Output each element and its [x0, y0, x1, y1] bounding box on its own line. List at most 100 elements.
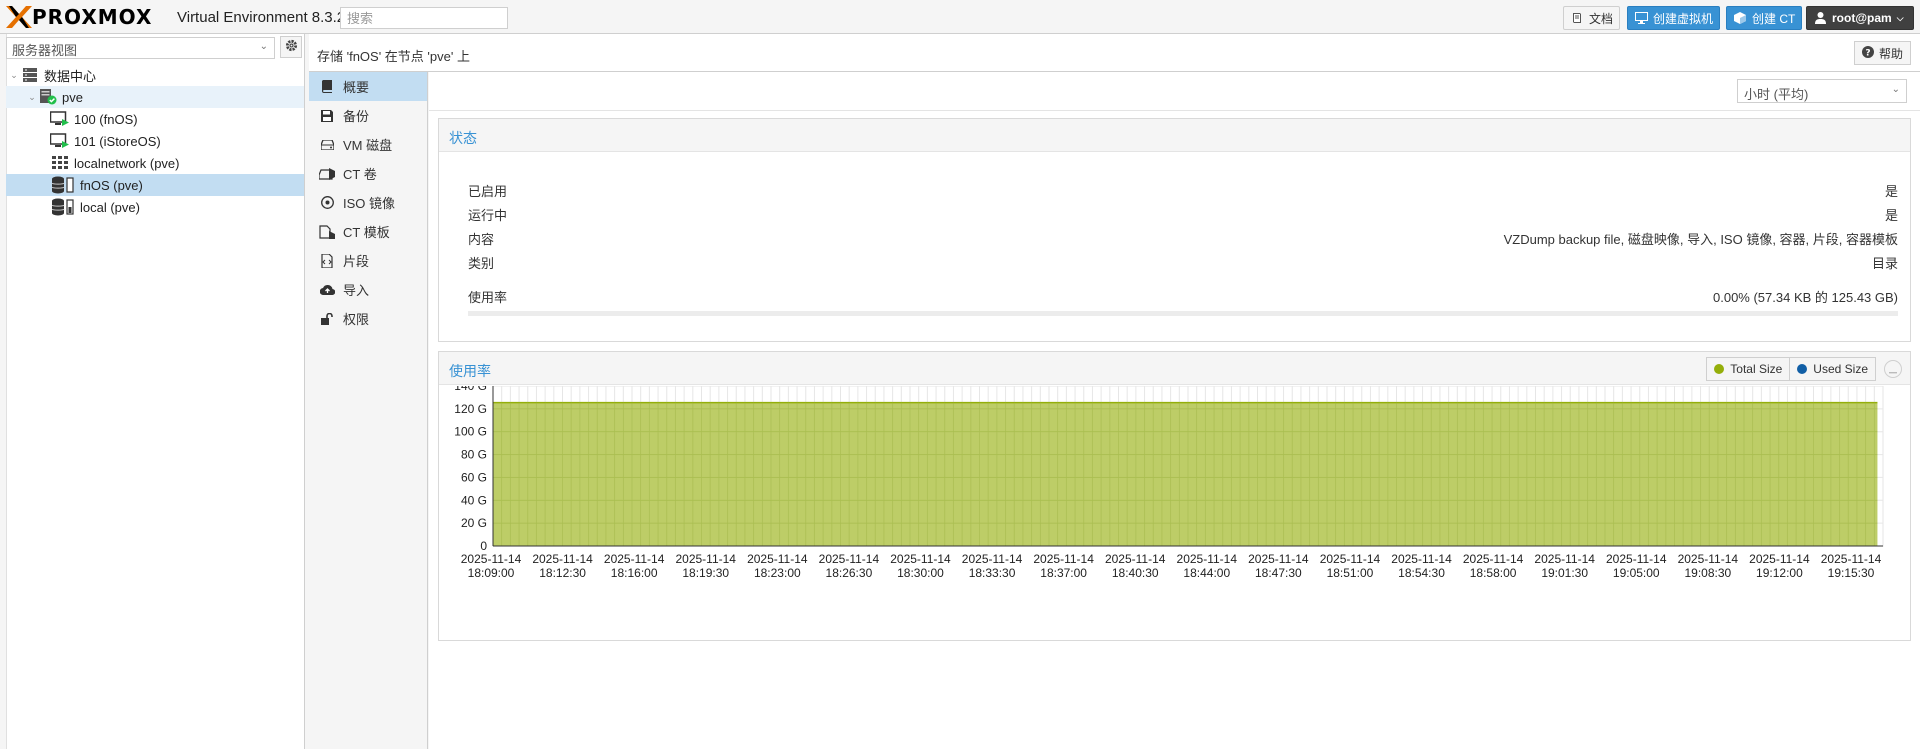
tree-node-pve[interactable]: ⌄ pve: [6, 86, 304, 108]
subnav-label: ISO 镜像: [343, 196, 396, 211]
user-menu-button[interactable]: root@pam ⌵: [1806, 6, 1914, 30]
user-label: root@pam: [1832, 11, 1892, 25]
subnav-label: 权限: [343, 312, 370, 327]
collapse-icon[interactable]: ⌄: [26, 92, 38, 103]
status-key: 运行中: [468, 208, 508, 223]
x-tick-label-time: 18:40:30: [1112, 566, 1159, 580]
subnav-label: VM 磁盘: [343, 138, 393, 153]
subnav-iso-images[interactable]: ISO 镜像: [309, 188, 427, 217]
subnav-vm-disks[interactable]: VM 磁盘: [309, 130, 427, 159]
x-tick-label-time: 18:47:30: [1255, 566, 1302, 580]
resource-tree-panel: 服务器视图 ⌄ ⌄ 数据中心 ⌄ pve 100 (fnOS) 101 (iSt…: [0, 34, 305, 749]
subnav-permissions[interactable]: 权限: [309, 304, 427, 333]
subnav-backup[interactable]: 备份: [309, 101, 427, 130]
y-tick-label: 0: [480, 539, 487, 553]
book-icon: [1570, 11, 1584, 25]
tree-node-vm-100[interactable]: 100 (fnOS): [6, 108, 304, 130]
search-input[interactable]: [340, 7, 508, 29]
top-header: PROXMOX Virtual Environment 8.3.2 文档 创建虚…: [0, 0, 1920, 34]
usage-chart-panel: 使用率 Total Size Used Size 0 20 G 40 G 60 G 80…: [438, 351, 1911, 641]
storage-subnav: 概要 备份 VM 磁盘 CT 卷 ISO 镜像 CT 模板 片段 导入 权限: [309, 72, 428, 749]
subnav-label: 概要: [343, 80, 370, 95]
status-key: 已启用: [468, 184, 508, 199]
undo-icon: [1889, 362, 1897, 377]
tree-node-label: pve: [62, 89, 83, 105]
x-tick-label-date: 2025-11-14: [819, 552, 880, 566]
x-tick-label-date: 2025-11-14: [747, 552, 808, 566]
legend-item-used-size[interactable]: Used Size: [1790, 358, 1875, 380]
create-ct-button[interactable]: 创建 CT: [1726, 6, 1803, 30]
tree-node-storage-fnos[interactable]: fnOS (pve): [6, 174, 304, 196]
x-tick-label-time: 18:54:30: [1398, 566, 1445, 580]
panel-title: 状态: [439, 119, 1910, 152]
proxmox-logo[interactable]: PROXMOX: [6, 5, 153, 29]
subnav-label: CT 模板: [343, 225, 390, 240]
x-tick-label-time: 19:01:30: [1541, 566, 1588, 580]
legend-item-total-size[interactable]: Total Size: [1707, 358, 1791, 380]
docs-button[interactable]: 文档: [1563, 6, 1621, 30]
node-online-icon: [38, 88, 58, 106]
tree-node-label: 101 (iStoreOS): [74, 133, 161, 149]
x-tick-label-time: 19:08:30: [1684, 566, 1731, 580]
status-row-usage: 使用率 0.00% (57.34 KB 的 125.43 GB): [468, 285, 1898, 305]
legend-dot-icon: [1714, 364, 1725, 374]
tree-node-datacenter[interactable]: ⌄ 数据中心: [6, 64, 304, 86]
subnav-ct-volumes[interactable]: CT 卷: [309, 159, 427, 188]
tree-settings-button[interactable]: [280, 36, 302, 58]
timeframe-toolbar: 小时 (平均) ⌄: [429, 72, 1920, 111]
area-total-size: [493, 402, 1878, 546]
datacenter-icon: [20, 66, 40, 84]
status-value: 目录: [1871, 256, 1898, 271]
svg-text:?: ?: [1865, 48, 1870, 58]
subnav-ct-templates[interactable]: CT 模板: [309, 217, 427, 246]
status-value: 0.00% (57.34 KB 的 125.43 GB): [1713, 290, 1898, 305]
tree-node-vm-101[interactable]: 101 (iStoreOS): [6, 130, 304, 152]
x-tick-label-time: 18:09:00: [468, 566, 515, 580]
tree-node-localnetwork[interactable]: localnetwork (pve): [6, 152, 304, 174]
storage-icon: [52, 198, 76, 216]
y-tick-label: 140 G: [454, 386, 487, 393]
help-button[interactable]: ? 帮助: [1853, 41, 1911, 65]
view-selector[interactable]: 服务器视图 ⌄: [6, 37, 275, 59]
user-icon: [1813, 11, 1827, 25]
subnav-snippets[interactable]: 片段: [309, 246, 427, 275]
storage-icon: [52, 176, 76, 194]
x-tick-label-time: 19:05:00: [1613, 566, 1660, 580]
legend-label: Total Size: [1730, 362, 1783, 376]
chevron-down-icon: ⌵: [1896, 12, 1904, 23]
status-key: 使用率: [468, 290, 508, 305]
sdn-grid-icon: [50, 154, 70, 172]
logo-text: PROXMOX: [32, 5, 153, 29]
x-tick-label-date: 2025-11-14: [962, 552, 1023, 566]
status-key: 类别: [468, 256, 495, 271]
create-vm-button[interactable]: 创建虚拟机: [1627, 6, 1721, 30]
help-label: 帮助: [1878, 46, 1903, 61]
x-tick-label-date: 2025-11-14: [1248, 552, 1309, 566]
collapse-icon[interactable]: ⌄: [8, 70, 20, 81]
x-tick-label-time: 18:58:00: [1470, 566, 1517, 580]
desktop-icon: [1634, 11, 1648, 25]
status-row-active: 运行中 是: [468, 203, 1898, 223]
x-tick-label-time: 18:30:00: [897, 566, 944, 580]
tree-node-storage-local[interactable]: local (pve): [6, 196, 304, 218]
x-tick-label-time: 19:15:30: [1828, 566, 1875, 580]
status-value: 是: [1884, 184, 1898, 199]
status-key: 内容: [468, 232, 495, 247]
snippet-icon: [319, 253, 335, 269]
status-row-type: 类别 目录: [468, 251, 1898, 271]
ct-template-icon: [319, 224, 335, 240]
y-tick-label: 60 G: [461, 470, 487, 484]
view-selector-value: 服务器视图: [12, 43, 78, 58]
usage-chart: 0 20 G 40 G 60 G 80 G 100 G 120 G 140 G 2025-11-…: [439, 379, 1912, 640]
x-tick-label-date: 2025-11-14: [532, 552, 593, 566]
tree-node-label: localnetwork (pve): [74, 155, 180, 171]
resource-tree: ⌄ 数据中心 ⌄ pve 100 (fnOS) 101 (iStoreOS) l…: [6, 64, 304, 218]
undo-zoom-button[interactable]: [1884, 360, 1902, 378]
timeframe-select[interactable]: 小时 (平均) ⌄: [1737, 79, 1907, 103]
unlock-icon: [319, 311, 335, 327]
y-tick-label: 40 G: [461, 493, 487, 507]
subnav-import[interactable]: 导入: [309, 275, 427, 304]
create-vm-label: 创建虚拟机: [1653, 11, 1714, 26]
subnav-summary[interactable]: 概要: [309, 72, 427, 101]
x-tick-label-date: 2025-11-14: [1821, 552, 1882, 566]
